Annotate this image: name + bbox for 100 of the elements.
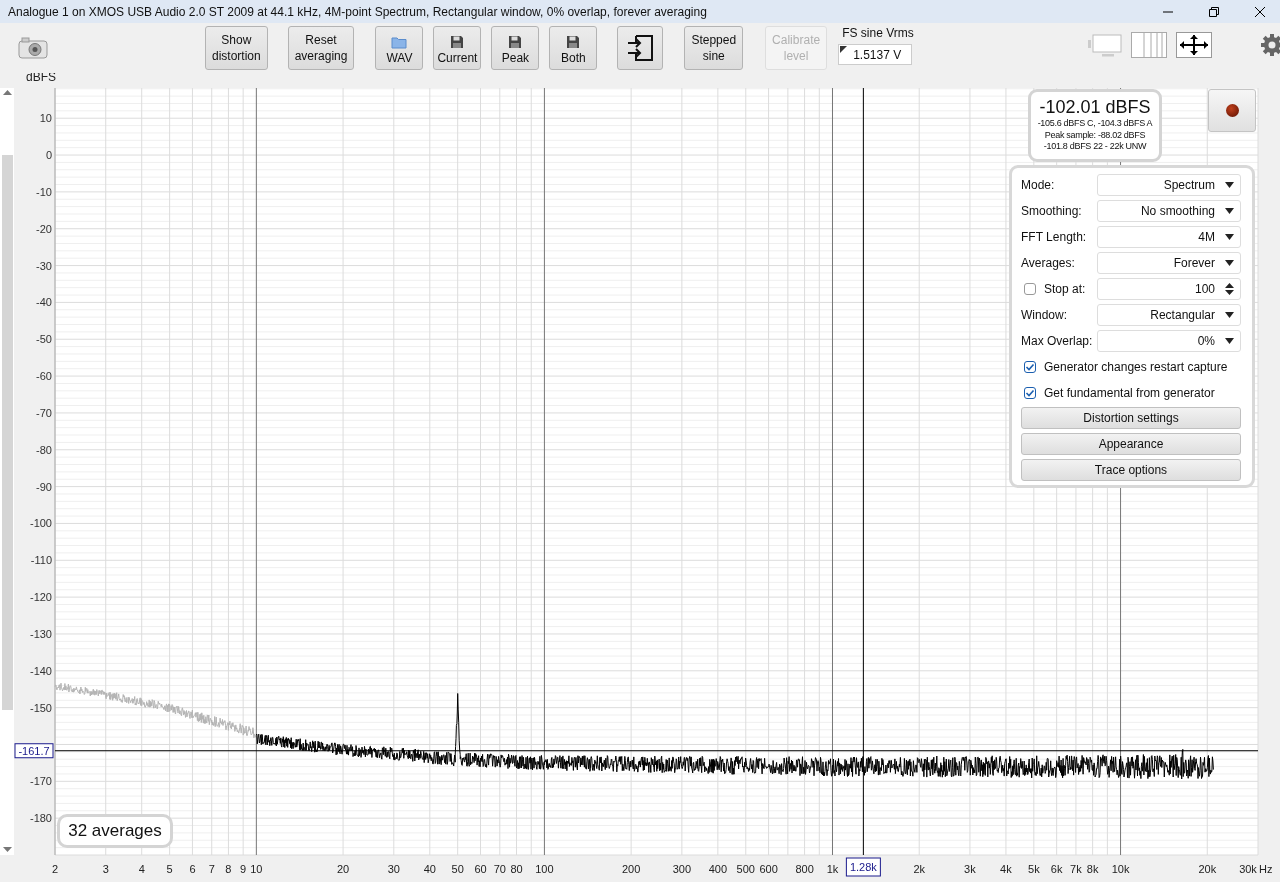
x-tick-label: 6 (189, 863, 196, 875)
x-tick-label: 800 (795, 863, 814, 875)
y-tick-label: -10 (36, 185, 52, 198)
averages-count: 32 averages (57, 814, 173, 848)
x-tick-label: 3 (102, 863, 109, 875)
y-tick-label: 10 (39, 112, 52, 125)
setting-label: Smoothing: (1021, 204, 1083, 218)
vrms-input-field[interactable]: 1.5137 V (838, 44, 913, 65)
x-tick-label: 10k (1111, 863, 1130, 875)
x-tick-label: 4 (138, 863, 145, 875)
level-value: -102.01 dBFS (1038, 96, 1152, 118)
panel-button[interactable]: Distortion settings (1021, 407, 1241, 429)
window-title: Analogue 1 on XMOS USB Audio 2.0 ST 2009 at 44.1 kHz, 4M-point Spectrum, Rectangular window, 0% overlap, forever averaging (8, 4, 707, 19)
dropdown[interactable]: No smoothing (1097, 200, 1241, 222)
x-tick-label: 10 (250, 863, 263, 875)
y-tick-label: -100 (29, 517, 52, 530)
x-tick-label: 30k (1239, 863, 1257, 875)
caret-icon (1225, 234, 1234, 240)
record-button[interactable] (1208, 89, 1256, 132)
x-tick-label: 40 (423, 863, 436, 875)
x-tick-label: 9 (240, 863, 247, 875)
checkbox[interactable] (1024, 387, 1036, 399)
dropdown[interactable]: Forever (1097, 252, 1241, 274)
cursor-level-label: -161.7 (14, 743, 54, 759)
spin-arrows-icon (1225, 283, 1234, 295)
x-tick-label: 100 (535, 863, 554, 875)
dropdown[interactable]: Rectangular (1097, 304, 1241, 326)
checkbox[interactable] (1024, 283, 1036, 295)
x-tick-label: 7 (208, 863, 215, 875)
camera-icon[interactable] (18, 37, 48, 59)
y-tick-label: -30 (36, 259, 52, 272)
readout-line: -105.6 dBFS C, -104.3 dBFS A (1036, 118, 1154, 130)
y-tick-label: -180 (29, 812, 52, 825)
x-tick-label: 2 (51, 863, 59, 875)
y-tick-label: -20 (36, 222, 52, 235)
x-tick-label: 5 (166, 863, 173, 875)
panel-button[interactable]: Appearance (1021, 433, 1241, 455)
setting-label: Mode: (1021, 178, 1056, 192)
x-axis-unit: Hz (1259, 863, 1273, 875)
setting-label: Stop at: (1044, 282, 1086, 296)
y-tick-label: -150 (29, 701, 52, 714)
settings-icon[interactable] (1261, 34, 1280, 56)
y-axis-label: dBFS (26, 73, 56, 84)
checkbox-label: Get fundamental from generator (1044, 386, 1215, 400)
cursor-frequency-label: 1.28k (845, 857, 881, 877)
open-wav-button[interactable]: WAV (375, 26, 424, 70)
x-tick-label: 80 (510, 863, 523, 875)
field-label: FS sine Vrms (841, 26, 914, 40)
save-button[interactable]: Peak (491, 26, 540, 70)
x-tick-label: 8k (1086, 863, 1099, 875)
caret-icon (1225, 338, 1234, 344)
setting-label: FFT Length: (1021, 230, 1088, 244)
cursor-line[interactable] (862, 87, 864, 856)
y-tick-label: -130 (29, 627, 52, 640)
x-tick-label: 600 (759, 863, 778, 875)
y-tick-label: -120 (29, 591, 52, 604)
x-tick-label: 500 (736, 863, 755, 875)
y-tick-label: -140 (29, 664, 52, 677)
checkbox[interactable] (1024, 361, 1036, 373)
toolbar-button[interactable]: Reset averaging (287, 26, 355, 70)
readout-line: -101.8 dBFS 22 - 22k UNW (1042, 141, 1148, 153)
checkbox-label: Generator changes restart capture (1044, 360, 1228, 374)
close-icon[interactable] (1254, 5, 1266, 18)
y-tick-label: 0 (45, 149, 52, 162)
y-tick-label: -70 (36, 406, 52, 419)
dropdown[interactable]: 4M (1097, 226, 1241, 248)
setting-label: Averages: (1021, 256, 1076, 270)
dropdown[interactable]: Spectrum (1097, 174, 1241, 196)
scroll-down-icon[interactable] (3, 847, 12, 852)
import-button[interactable] (617, 26, 664, 70)
scroll-up-icon[interactable] (3, 90, 12, 95)
x-tick-label: 400 (708, 863, 728, 875)
x-tick-label: 1k (826, 863, 839, 875)
cursor-line[interactable] (54, 750, 1259, 752)
panel-button[interactable]: Trace options (1021, 459, 1241, 481)
save-button[interactable]: Current (433, 26, 482, 70)
save-button[interactable]: Both (549, 26, 598, 70)
toolbar-button[interactable]: Show distortion (205, 26, 268, 70)
scrollbar-thumb[interactable] (2, 155, 13, 710)
readout-line: Peak sample: -88.02 dBFS (1043, 129, 1147, 141)
caret-icon (1225, 312, 1234, 318)
move-arrows-icon[interactable] (1176, 32, 1212, 58)
x-tick-label: 8 (225, 863, 232, 875)
import-icon (625, 33, 656, 63)
dropdown[interactable]: 0% (1097, 330, 1241, 352)
x-tick-label: 200 (621, 863, 641, 875)
y-tick-label: -50 (36, 333, 52, 346)
x-tick-label: 70 (493, 863, 506, 875)
x-tick-label: 6k (1050, 863, 1063, 875)
x-tick-label: 3k (964, 863, 976, 875)
number-spinner[interactable]: 100 (1097, 278, 1241, 300)
restore-icon[interactable] (1208, 5, 1220, 18)
x-tick-label: 50 (451, 863, 464, 875)
y-tick-label: -110 (30, 554, 52, 567)
x-tick-label: 20 (336, 863, 350, 875)
y-tick-label: -90 (36, 480, 52, 493)
y-tick-label: -60 (36, 370, 52, 383)
toolbar-button[interactable]: Stepped sine (684, 26, 744, 70)
y-tick-label: -40 (36, 296, 52, 309)
caret-icon (1225, 260, 1234, 266)
